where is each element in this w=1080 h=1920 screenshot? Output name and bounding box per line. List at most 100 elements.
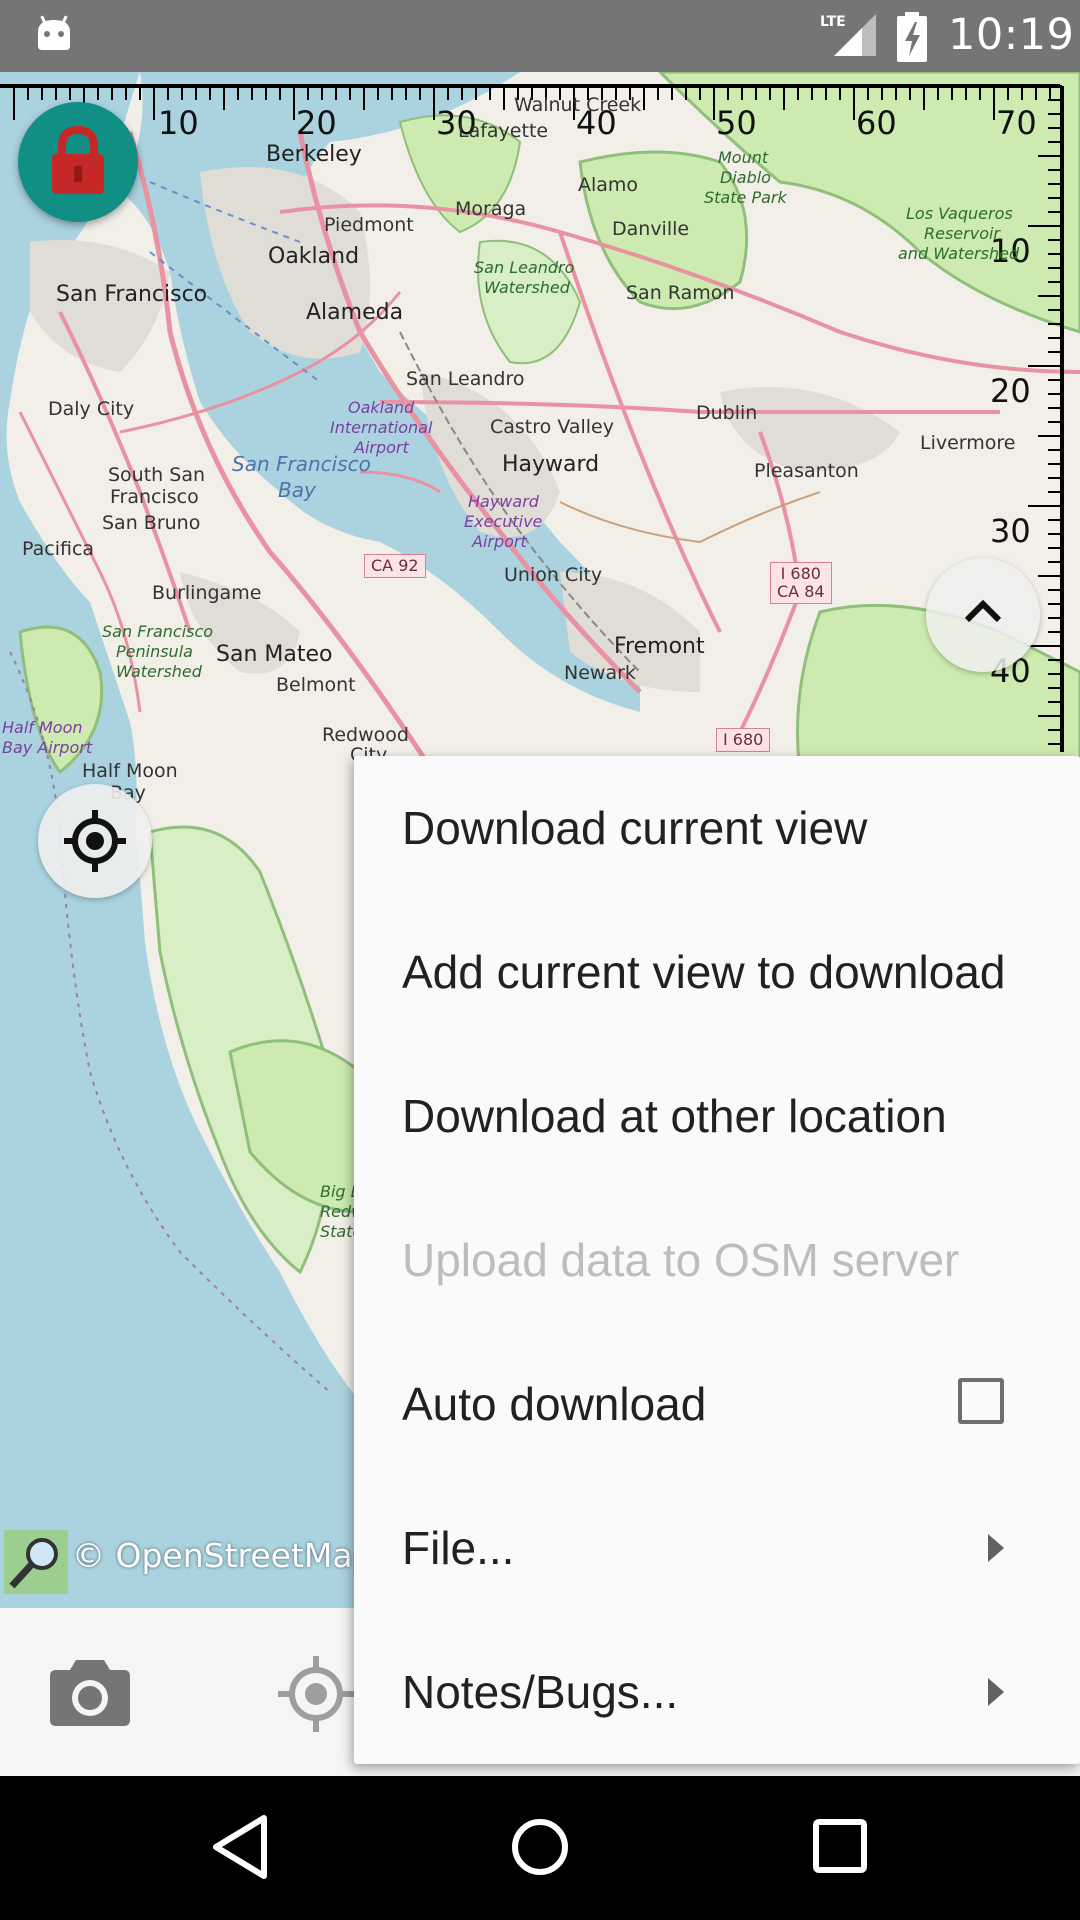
menu-item-label: File... <box>402 1522 515 1574</box>
place-label: Half Moon <box>82 760 178 782</box>
airport-label: Executive <box>464 512 543 531</box>
scale-label: 60 <box>856 104 897 142</box>
place-label: Pacifica <box>22 538 95 560</box>
route-shield: I 680 <box>716 728 771 752</box>
place-label: Daly City <box>48 398 135 420</box>
airport-label: Half Moon <box>2 718 83 737</box>
navigation-bar <box>0 1776 1080 1920</box>
place-label: South San <box>108 464 206 486</box>
menu-item-download-current-view[interactable]: Download current view <box>354 756 1080 900</box>
menu-item-label: Add current view to download <box>402 946 1006 998</box>
collapse-button[interactable] <box>926 558 1040 672</box>
park-label: Watershed <box>484 278 570 297</box>
park-label: Mount <box>718 148 769 167</box>
auto-download-checkbox[interactable] <box>958 1378 1004 1424</box>
lock-button[interactable] <box>18 102 138 222</box>
scale-label: 20 <box>296 104 337 142</box>
place-label: San Francisco <box>56 282 208 307</box>
place-label: Alameda <box>306 300 404 325</box>
scale-label: 70 <box>996 104 1037 142</box>
park-label: Watershed <box>116 662 202 681</box>
place-label: Piedmont <box>324 214 414 236</box>
gps-location-icon[interactable] <box>276 1654 356 1734</box>
water-label: San Francisco <box>232 452 371 476</box>
place-label: Oakland <box>268 244 360 269</box>
imagery-zoom-icon[interactable] <box>4 1530 68 1594</box>
place-label: Alamo <box>578 174 639 196</box>
park-label: State Park <box>704 188 787 207</box>
scale-label: 10 <box>158 104 199 142</box>
airport-label: Bay Airport <box>2 738 93 757</box>
menu-item-label: Notes/Bugs... <box>402 1666 679 1718</box>
park-label: Los Vaqueros <box>906 204 1013 223</box>
menu-item-label: Download at other location <box>402 1090 947 1142</box>
airport-label: International <box>330 418 433 437</box>
park-label: Peninsula <box>116 642 193 661</box>
transfer-menu: Download current view Add current view t… <box>354 756 1080 1764</box>
battery-charging-icon <box>897 12 927 62</box>
place-label: San Ramon <box>626 282 735 304</box>
scale-label: 20 <box>990 372 1031 410</box>
route-shield: CA 92 <box>364 554 426 578</box>
menu-item-auto-download[interactable]: Auto download <box>354 1332 1080 1476</box>
airport-label: Airport <box>472 532 527 551</box>
place-label: Hayward <box>502 452 600 477</box>
place-label: San Bruno <box>102 512 201 534</box>
map-attribution[interactable]: © OpenStreetMap <box>72 1536 374 1575</box>
route-shield: I 680 CA 84 <box>770 562 832 604</box>
place-label: San Leandro <box>406 368 525 390</box>
place-label: Lafayette <box>458 120 549 142</box>
airport-label: Hayward <box>468 492 539 511</box>
menu-item-download-other-location[interactable]: Download at other location <box>354 1044 1080 1188</box>
place-label: Burlingame <box>152 582 262 604</box>
camera-icon[interactable] <box>46 1658 134 1728</box>
status-bar: LTE 10:19 <box>0 0 1080 72</box>
park-label: Diablo <box>720 168 771 187</box>
back-icon[interactable] <box>210 1814 270 1880</box>
clock: 10:19 <box>948 10 1075 60</box>
svg-text:LTE: LTE <box>820 14 846 30</box>
park-label: San Leandro <box>474 258 575 277</box>
menu-item-notes-bugs[interactable]: Notes/Bugs... <box>354 1620 1080 1764</box>
recents-icon[interactable] <box>812 1818 868 1874</box>
menu-item-label: Auto download <box>402 1378 707 1430</box>
place-label: Dublin <box>696 402 758 424</box>
submenu-arrow-icon <box>988 1534 1004 1562</box>
water-label: Bay <box>278 478 316 502</box>
park-label: Reservoir <box>924 224 1000 243</box>
submenu-arrow-icon <box>988 1678 1004 1706</box>
airport-label: Oakland <box>348 398 415 417</box>
menu-item-add-current-view[interactable]: Add current view to download <box>354 900 1080 1044</box>
place-label: Redwood <box>322 724 409 746</box>
place-label: Walnut Creek <box>514 94 642 116</box>
crosshair-icon <box>64 810 126 872</box>
park-label: San Francisco <box>102 622 214 641</box>
place-label: Danville <box>612 218 690 240</box>
scale-label: 30 <box>990 512 1031 550</box>
menu-item-label: Upload data to OSM server <box>402 1234 960 1286</box>
lock-icon <box>52 126 104 194</box>
route-shield-line: CA 84 <box>777 582 825 601</box>
place-label: Belmont <box>276 674 356 696</box>
place-label: Newark <box>564 662 636 684</box>
route-shield-line: I 680 <box>780 564 821 583</box>
menu-item-file[interactable]: File... <box>354 1476 1080 1620</box>
android-icon <box>38 15 70 50</box>
follow-gps-button[interactable] <box>38 784 152 898</box>
airport-label: Airport <box>354 438 409 457</box>
scale-label: 50 <box>716 104 757 142</box>
lte-signal-icon: LTE <box>820 14 876 56</box>
place-label: Berkeley <box>266 142 362 167</box>
place-label: Castro Valley <box>490 416 614 438</box>
place-label: Livermore <box>920 432 1016 454</box>
menu-item-label: Download current view <box>402 802 868 854</box>
place-label: Moraga <box>455 198 527 220</box>
chevron-up-icon <box>964 599 1002 623</box>
place-label: Francisco <box>110 486 199 508</box>
place-label: Fremont <box>614 634 705 659</box>
home-icon[interactable] <box>510 1814 570 1880</box>
menu-item-upload-osm: Upload data to OSM server <box>354 1188 1080 1332</box>
place-label: Pleasanton <box>754 460 859 482</box>
place-label: San Mateo <box>216 642 333 667</box>
park-label: and Watershed <box>898 244 1020 263</box>
